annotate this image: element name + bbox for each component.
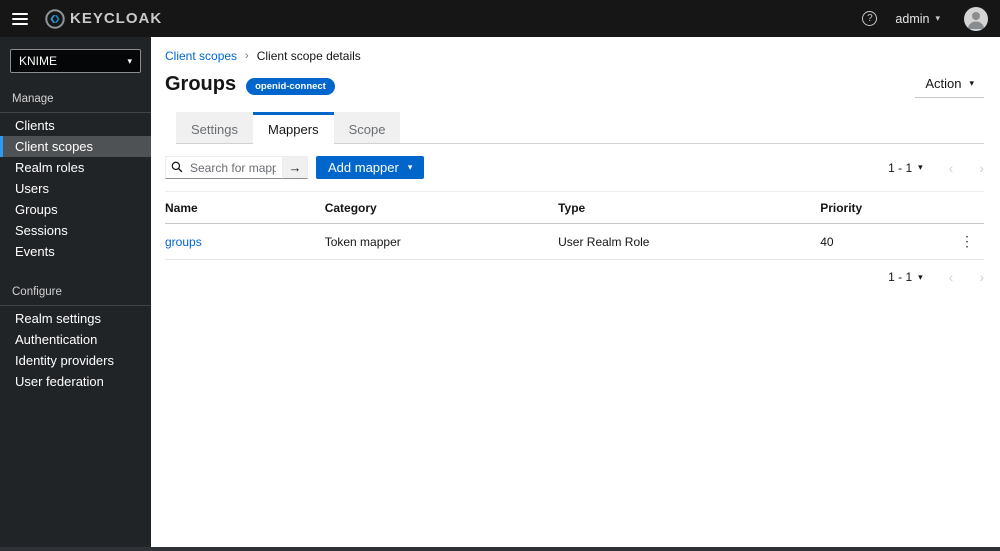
mapper-type: User Realm Role: [558, 223, 821, 260]
pagination-prev-button[interactable]: ‹: [949, 269, 954, 285]
sidebar-item-client-scopes[interactable]: Client scopes: [0, 136, 151, 157]
brand-text: KEYCLOAK: [70, 10, 163, 27]
realm-selector-value: KNIME: [19, 54, 58, 68]
mappers-toolbar: → Add mapper ▾ 1 - 1 ▾ ‹ ›: [165, 156, 984, 179]
caret-down-icon: ▾: [935, 13, 940, 23]
nav-section-manage: Manage: [0, 87, 151, 113]
tab-scope[interactable]: Scope: [333, 112, 401, 143]
sidebar: KNIME ▾ Manage Clients Client scopes Rea…: [0, 37, 151, 547]
caret-down-icon: ▾: [407, 162, 413, 172]
caret-down-icon: ▾: [918, 162, 923, 172]
add-mapper-label: Add mapper: [328, 160, 399, 175]
sidebar-item-events[interactable]: Events: [0, 241, 151, 262]
pagination-range: 1 - 1: [888, 270, 913, 284]
mapper-priority: 40: [820, 223, 935, 260]
sidebar-item-clients[interactable]: Clients: [0, 115, 151, 136]
add-mapper-button[interactable]: Add mapper ▾: [316, 156, 425, 179]
mappers-table: Name Category Type Priority groups Token…: [165, 191, 984, 260]
window-bottom-edge: [0, 547, 1000, 551]
mapper-name-link[interactable]: groups: [165, 235, 202, 249]
action-dropdown-label: Action: [925, 76, 962, 91]
table-header-row: Name Category Type Priority: [165, 191, 984, 224]
tab-mappers[interactable]: Mappers: [252, 112, 334, 144]
column-header-name: Name: [165, 191, 325, 224]
tab-settings[interactable]: Settings: [176, 112, 253, 143]
hamburger-menu-icon[interactable]: [12, 12, 28, 25]
pagination-range-dropdown[interactable]: 1 - 1 ▾: [888, 161, 923, 175]
action-dropdown[interactable]: Action ▾: [915, 73, 984, 98]
realm-selector[interactable]: KNIME ▾: [10, 49, 141, 73]
nav-section-configure: Configure: [0, 280, 151, 306]
page-title: Groups: [165, 73, 237, 95]
mapper-category: Token mapper: [324, 223, 559, 260]
caret-down-icon: ▾: [918, 271, 923, 282]
username: admin: [895, 11, 930, 26]
breadcrumb-client-scopes[interactable]: Client scopes: [165, 49, 237, 63]
protocol-badge: openid-connect: [246, 78, 335, 95]
breadcrumb: Client scopes › Client scope details: [165, 49, 984, 63]
caret-down-icon: ▾: [969, 78, 974, 88]
kebab-menu-icon[interactable]: ⋮: [935, 233, 984, 250]
column-header-category: Category: [324, 191, 559, 224]
sidebar-item-user-federation[interactable]: User federation: [0, 371, 151, 392]
pagination-next-button[interactable]: ›: [979, 269, 984, 285]
masthead: KEYCLOAK ? admin ▾: [0, 0, 1000, 37]
user-menu[interactable]: admin ▾: [895, 12, 940, 26]
keycloak-logo: KEYCLOAK: [44, 8, 162, 30]
sidebar-item-identity-providers[interactable]: Identity providers: [0, 350, 151, 371]
sidebar-item-authentication[interactable]: Authentication: [0, 329, 151, 350]
column-header-type: Type: [558, 191, 821, 224]
column-header-priority: Priority: [820, 191, 935, 224]
avatar[interactable]: [964, 6, 988, 31]
keycloak-logo-icon: [45, 8, 65, 29]
sidebar-item-sessions[interactable]: Sessions: [0, 220, 151, 241]
person-icon: [968, 11, 984, 29]
pagination-next-button[interactable]: ›: [979, 160, 984, 176]
sidebar-item-users[interactable]: Users: [0, 178, 151, 199]
pagination-range-dropdown[interactable]: 1 - 1 ▾: [888, 270, 923, 284]
table-row: groups Token mapper User Realm Role 40 ⋮: [165, 223, 984, 260]
breadcrumb-current: Client scope details: [256, 49, 361, 63]
main-content: Client scopes › Client scope details Gro…: [151, 37, 1000, 547]
sidebar-item-realm-roles[interactable]: Realm roles: [0, 157, 151, 178]
pagination-bottom: 1 - 1 ▾ ‹ ›: [888, 269, 984, 285]
caret-down-icon: ▾: [127, 55, 132, 66]
pagination-range: 1 - 1: [888, 160, 913, 175]
tab-bar: Settings Mappers Scope: [176, 112, 984, 144]
help-icon[interactable]: ?: [862, 11, 878, 26]
breadcrumb-separator: ›: [245, 50, 249, 62]
search-icon: [171, 161, 183, 173]
sidebar-item-groups[interactable]: Groups: [0, 199, 151, 220]
pagination-prev-button[interactable]: ‹: [949, 160, 954, 176]
search-submit-button[interactable]: →: [283, 156, 308, 179]
sidebar-item-realm-settings[interactable]: Realm settings: [0, 308, 151, 329]
pagination-top: 1 - 1 ▾ ‹ ›: [888, 160, 984, 176]
